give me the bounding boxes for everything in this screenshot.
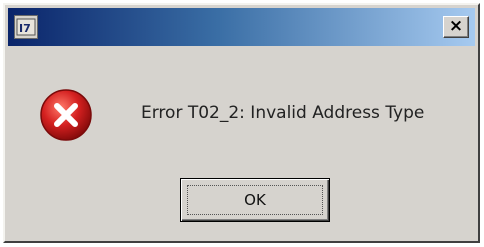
error-dialog: I7 × Error T02_2: Invalid Address Type O… [3,3,480,243]
error-message: Error T02_2: Invalid Address Type [141,103,425,123]
ok-button[interactable]: OK [180,178,330,222]
close-icon: × [448,16,464,36]
ok-button-label: OK [244,191,266,209]
error-icon [38,87,94,143]
app-icon[interactable]: I7 [14,15,38,39]
title-bar[interactable]: I7 × [8,8,475,46]
svg-text:I7: I7 [19,22,31,35]
close-button[interactable]: × [443,16,469,38]
